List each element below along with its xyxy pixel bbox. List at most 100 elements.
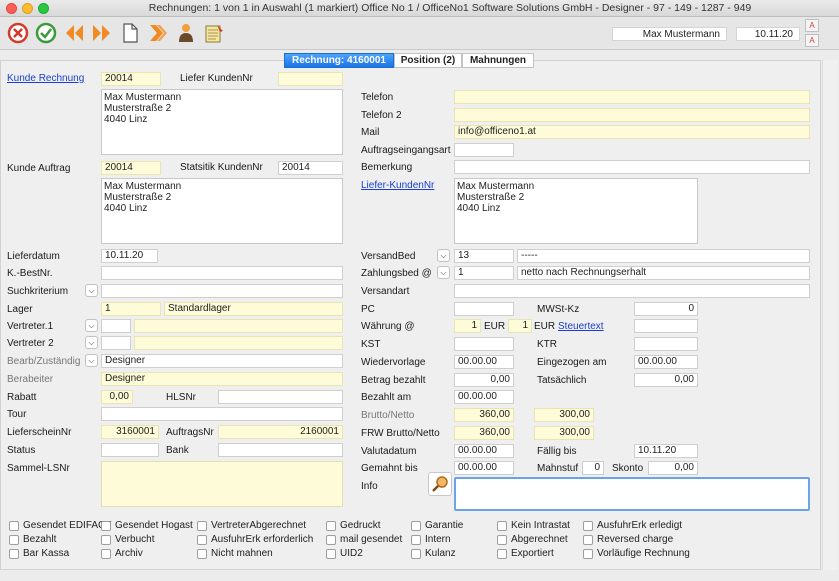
checkbox-verbucht[interactable] xyxy=(101,535,111,545)
tour-field[interactable] xyxy=(101,407,343,421)
zahlungsbed-text-field[interactable]: netto nach Rechnungserhalt xyxy=(517,266,810,280)
zahlungsbed-nr-field[interactable]: 1 xyxy=(454,266,514,280)
vertreter1-dropdown[interactable]: ⌵ xyxy=(85,319,98,332)
font-increase-button[interactable]: A xyxy=(805,19,819,32)
checkbox-reversed-charge[interactable] xyxy=(583,535,593,545)
mwst-field[interactable]: 0 xyxy=(634,302,698,316)
telefon-field[interactable] xyxy=(454,90,810,104)
checkbox-kein-intrastat[interactable] xyxy=(497,521,507,531)
gemahnt-field[interactable]: 00.00.00 xyxy=(454,461,514,475)
forward-button[interactable] xyxy=(145,20,170,45)
confirm-button[interactable] xyxy=(33,20,58,45)
minimize-window-button[interactable] xyxy=(22,3,33,14)
info-field[interactable] xyxy=(454,477,810,511)
checkbox-vertreterabgerechnet[interactable] xyxy=(197,521,207,531)
vertreter1-nr-field[interactable] xyxy=(101,319,131,333)
tatsaechlich-field[interactable]: 0,00 xyxy=(634,373,698,387)
checkbox-abgerechnet[interactable] xyxy=(497,535,507,545)
auftrag-address-field[interactable]: Max Mustermann Musterstraße 2 4040 Linz xyxy=(101,178,343,244)
checkbox-gesendet-hogast[interactable] xyxy=(101,521,111,531)
liefer-address-field[interactable]: Max Mustermann Musterstraße 2 4040 Linz xyxy=(454,178,698,244)
valutadatum-field[interactable]: 00.00.00 xyxy=(454,444,514,458)
checkbox-uid2[interactable] xyxy=(326,549,336,559)
tab-position[interactable]: Position (2) xyxy=(394,53,462,68)
bemerkung-field[interactable] xyxy=(454,160,810,174)
vertical-scrollbar[interactable] xyxy=(822,60,838,570)
frw-brutto-field[interactable]: 360,00 xyxy=(454,426,514,440)
checkbox-vorläufige-rechnung[interactable] xyxy=(583,549,593,559)
rabatt-field[interactable]: 0,00 xyxy=(101,390,133,404)
kunde-rechnung-field[interactable]: 20014 xyxy=(101,72,161,86)
versandbed-text-field[interactable]: ----- xyxy=(517,249,810,263)
info-search-button[interactable] xyxy=(428,472,452,496)
checkbox-bar-kassa[interactable] xyxy=(9,549,19,559)
versandbed-nr-field[interactable]: 13 xyxy=(454,249,514,263)
vertreter2-dropdown[interactable]: ⌵ xyxy=(85,336,98,349)
statistik-kundennr-field[interactable]: 20014 xyxy=(278,161,343,175)
betrag-bezahlt-field[interactable]: 0,00 xyxy=(454,373,514,387)
rechnung-address-field[interactable]: Max Mustermann Musterstraße 2 4040 Linz xyxy=(101,89,343,155)
vertreter2-nr-field[interactable] xyxy=(101,336,131,350)
hlsnr-field[interactable] xyxy=(218,390,343,404)
bezahlt-am-field[interactable]: 00.00.00 xyxy=(454,390,514,404)
vertreter1-name-field[interactable] xyxy=(134,319,343,333)
kst-field[interactable] xyxy=(454,337,514,351)
berabeiter-field[interactable]: Designer xyxy=(101,372,343,386)
suchkriterium-field[interactable] xyxy=(101,284,343,298)
auftragsnr-field[interactable]: 2160001 xyxy=(218,425,343,439)
zoom-window-button[interactable] xyxy=(38,3,49,14)
telefon2-field[interactable] xyxy=(454,108,810,122)
lieferscheinnr-field[interactable]: 3160001 xyxy=(101,425,159,439)
bearb-field[interactable]: Designer xyxy=(101,354,343,368)
steuertext-link[interactable]: Steuertext xyxy=(558,321,604,333)
new-document-button[interactable] xyxy=(117,20,142,45)
status-field[interactable] xyxy=(101,443,159,457)
checkbox-bezahlt[interactable] xyxy=(9,535,19,545)
sammel-lsnr-field[interactable] xyxy=(101,461,343,507)
previous-record-button[interactable] xyxy=(61,20,86,45)
brutto-field[interactable]: 360,00 xyxy=(454,408,514,422)
suchkriterium-dropdown[interactable]: ⌵ xyxy=(85,284,98,297)
tab-rechnung[interactable]: Rechnung: 4160001 xyxy=(284,53,394,68)
cancel-button[interactable] xyxy=(5,20,30,45)
liefer-kundennr-field[interactable] xyxy=(278,72,343,86)
checkbox-ausfuhrerk-erforderlich[interactable] xyxy=(197,535,207,545)
tab-mahnungen[interactable]: Mahnungen xyxy=(462,53,534,68)
lager-nr-field[interactable]: 1 xyxy=(101,302,161,316)
steuertext-field[interactable] xyxy=(634,319,698,333)
versandbed-dropdown[interactable]: ⌵ xyxy=(437,249,450,262)
person-button[interactable] xyxy=(173,20,198,45)
checkbox-mail-gesendet[interactable] xyxy=(326,535,336,545)
checkbox-nicht-mahnen[interactable] xyxy=(197,549,207,559)
mahnstuf-field[interactable]: 0 xyxy=(582,461,604,475)
checkbox-ausfuhrerk-erledigt[interactable] xyxy=(583,521,593,531)
checkbox-gedruckt[interactable] xyxy=(326,521,336,531)
kunde-auftrag-field[interactable]: 20014 xyxy=(101,161,161,175)
waehrung-value2-field[interactable]: 1 xyxy=(508,319,532,333)
frw-netto-field[interactable]: 300,00 xyxy=(534,426,594,440)
checkbox-exportiert[interactable] xyxy=(497,549,507,559)
pc-field[interactable] xyxy=(454,302,514,316)
liefer-kundennr-link[interactable]: Liefer-KundenNr xyxy=(361,180,434,192)
kbestnr-field[interactable] xyxy=(101,266,343,280)
zahlungsbed-dropdown[interactable]: ⌵ xyxy=(437,266,450,279)
notes-button[interactable] xyxy=(201,20,226,45)
checkbox-garantie[interactable] xyxy=(411,521,421,531)
mail-field[interactable]: info@officeno1.at xyxy=(454,125,810,139)
vertreter2-name-field[interactable] xyxy=(134,336,343,350)
waehrung-value1-field[interactable]: 1 xyxy=(454,319,481,333)
kunde-rechnung-link[interactable]: Kunde Rechnung xyxy=(7,73,84,85)
bank-field[interactable] xyxy=(218,443,343,457)
bearb-dropdown[interactable]: ⌵ xyxy=(85,354,98,367)
eingezogen-field[interactable]: 00.00.00 xyxy=(634,355,698,369)
lieferdatum-field[interactable]: 10.11.20 xyxy=(101,249,158,263)
netto-field[interactable]: 300,00 xyxy=(534,408,594,422)
auftragseingangsart-field[interactable] xyxy=(454,143,514,157)
checkbox-intern[interactable] xyxy=(411,535,421,545)
close-window-button[interactable] xyxy=(6,3,17,14)
lager-name-field[interactable]: Standardlager xyxy=(164,302,343,316)
versandart-field[interactable] xyxy=(454,284,810,298)
skonto-field[interactable]: 0,00 xyxy=(648,461,698,475)
checkbox-archiv[interactable] xyxy=(101,549,111,559)
faellig-field[interactable]: 10.11.20 xyxy=(634,444,698,458)
